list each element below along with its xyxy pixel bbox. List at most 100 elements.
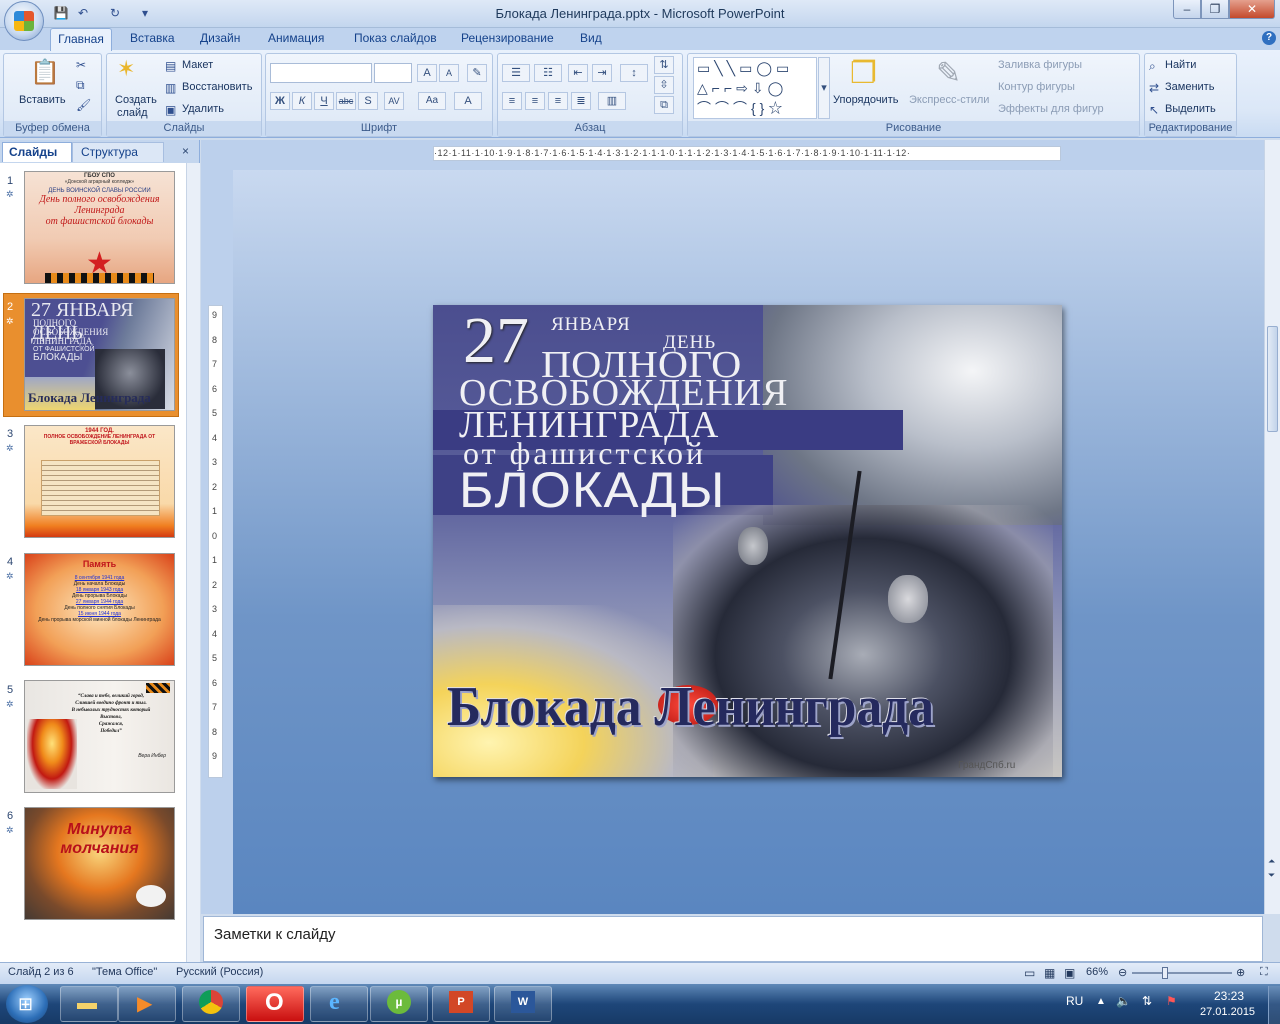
shadow-button[interactable]: S — [358, 92, 378, 110]
numbering-icon[interactable]: ☷ — [534, 64, 562, 82]
shrink-font-button[interactable]: A — [439, 64, 459, 82]
tab-view[interactable]: Вид — [580, 31, 602, 45]
align-right-icon[interactable]: ≡ — [548, 92, 568, 110]
paste-button[interactable]: Вставить — [19, 94, 66, 106]
font-size-field[interactable] — [374, 63, 412, 83]
office-button[interactable] — [4, 1, 44, 41]
maximize-button[interactable]: ❐ — [1201, 0, 1229, 19]
line-spacing-icon[interactable]: ↕ — [620, 64, 648, 82]
notes-placeholder[interactable]: Заметки к слайду — [214, 926, 336, 943]
shapes-gallery[interactable]: ▭╲╲▭◯▭ △⌐⌐⇨⇩◯ ⌒⌒⌒{}☆ — [693, 57, 817, 119]
taskbar-utorrent[interactable]: µ — [370, 986, 428, 1022]
strike-button[interactable]: abc — [336, 92, 356, 110]
cut-icon[interactable]: ✂ — [76, 58, 86, 72]
slide-sorter-icon[interactable]: ▦ — [1044, 966, 1055, 980]
show-desktop-button[interactable] — [1268, 986, 1280, 1024]
new-slide-icon[interactable]: ✶ — [117, 56, 135, 82]
justify-icon[interactable]: ≣ — [571, 92, 591, 110]
status-language[interactable]: Русский (Россия) — [176, 966, 263, 978]
increase-indent-icon[interactable]: ⇥ — [592, 64, 612, 82]
italic-button[interactable]: К — [292, 92, 312, 110]
taskbar-chrome[interactable] — [182, 986, 240, 1022]
taskbar-powerpoint[interactable]: P — [432, 986, 490, 1022]
new-slide-button-line2[interactable]: слайд — [117, 107, 148, 119]
zoom-slider[interactable] — [1132, 972, 1232, 974]
delete-button[interactable]: Удалить — [182, 103, 224, 115]
clear-format-icon[interactable]: ✎ — [467, 64, 487, 82]
clock-time[interactable]: 23:23 — [1214, 989, 1244, 1003]
notes-pane[interactable] — [203, 916, 1263, 962]
taskbar-explorer[interactable]: ▬ — [60, 986, 118, 1022]
zoom-level[interactable]: 66% — [1086, 966, 1108, 978]
shape-effects-button[interactable]: Эффекты для фигур — [998, 103, 1104, 115]
network-icon[interactable]: ⇅ — [1142, 994, 1152, 1008]
shape-outline-button[interactable]: Контур фигуры — [998, 81, 1075, 93]
vertical-scrollbar[interactable]: ⏶ ⏷ — [1264, 140, 1280, 914]
slide-thumbnail-4[interactable]: Память 8 сентября 1941 года День начала … — [24, 553, 175, 666]
show-hidden-icons[interactable]: ▲ — [1096, 996, 1106, 1007]
slide-thumbnail-2[interactable]: 27 ЯНВАРЯ ДЕНЬ ПОЛНОГО ОСВОБОЖДЕНИЯ ЛЕНИ… — [24, 298, 175, 411]
tab-outline[interactable]: Структура — [72, 142, 164, 162]
panel-close-icon[interactable]: × — [182, 144, 189, 158]
slideshow-view-icon[interactable]: ▣ — [1064, 966, 1075, 980]
tab-design[interactable]: Дизайн — [200, 31, 240, 45]
shape-fill-button[interactable]: Заливка фигуры — [998, 59, 1082, 71]
select-button[interactable]: Выделить — [1165, 103, 1216, 115]
taskbar-media-player[interactable]: ▶ — [118, 986, 176, 1022]
keyboard-language[interactable]: RU — [1066, 994, 1083, 1008]
char-spacing-button[interactable]: AV — [384, 92, 404, 110]
paste-icon[interactable]: 📋 — [30, 58, 60, 92]
start-button[interactable]: ⊞ — [6, 985, 48, 1023]
font-name-field[interactable] — [270, 63, 372, 83]
zoom-slider-thumb[interactable] — [1162, 967, 1168, 979]
zoom-in-icon[interactable]: ⊕ — [1236, 966, 1245, 979]
close-button[interactable]: ✕ — [1229, 0, 1275, 19]
current-slide[interactable]: 27 ЯНВАРЯ ДЕНЬ ПОЛНОГО ОСВОБОЖДЕНИЯ ЛЕНИ… — [433, 305, 1062, 777]
next-slide-icon[interactable]: ⏷ — [1268, 870, 1275, 881]
tab-slides[interactable]: Слайды — [2, 142, 72, 162]
tab-review[interactable]: Рецензирование — [461, 31, 554, 45]
align-text-icon[interactable]: ⇳ — [654, 76, 674, 94]
slide-thumbnail-3[interactable]: 1944 ГОД. ПОЛНОЕ ОСВОБОЖДЕНИЕ ЛЕНИНГРАДА… — [24, 425, 175, 538]
copy-icon[interactable]: ⧉ — [76, 78, 85, 93]
find-button[interactable]: Найти — [1165, 59, 1196, 71]
reset-button[interactable]: Восстановить — [182, 81, 252, 93]
minimize-button[interactable]: – — [1173, 0, 1201, 19]
zoom-out-icon[interactable]: ⊖ — [1118, 966, 1127, 979]
quick-styles-button[interactable]: Экспресс-стили — [909, 94, 989, 106]
action-center-icon[interactable]: ⚑ — [1166, 994, 1177, 1008]
tab-animation[interactable]: Анимация — [268, 31, 324, 45]
tab-slideshow[interactable]: Показ слайдов — [354, 31, 437, 45]
taskbar-ie[interactable]: e — [310, 986, 368, 1022]
smartart-icon[interactable]: ⧉ — [654, 96, 674, 114]
arrange-button[interactable]: Упорядочить — [833, 94, 898, 106]
slide-thumbnail-6[interactable]: Минута молчания — [24, 807, 175, 920]
help-icon[interactable]: ? — [1262, 31, 1276, 45]
volume-icon[interactable]: 🔈 — [1116, 994, 1131, 1008]
bullets-icon[interactable]: ☰ — [502, 64, 530, 82]
replace-button[interactable]: Заменить — [1165, 81, 1214, 93]
new-slide-button[interactable]: Создать — [115, 94, 157, 106]
tab-insert[interactable]: Вставка — [130, 31, 175, 45]
fit-slide-icon[interactable]: ⛶ — [1260, 966, 1268, 979]
scrollbar-thumb[interactable] — [1267, 326, 1278, 432]
grow-font-button[interactable]: A — [417, 64, 437, 82]
columns-icon[interactable]: ▥ — [598, 92, 626, 110]
decrease-indent-icon[interactable]: ⇤ — [568, 64, 588, 82]
shapes-more-icon[interactable]: ▾ — [818, 57, 830, 119]
slides-panel-scrollbar[interactable] — [186, 163, 200, 962]
font-color-button[interactable]: A — [454, 92, 482, 110]
text-direction-icon[interactable]: ⇅ — [654, 56, 674, 74]
format-painter-icon[interactable]: 🖌 — [76, 98, 91, 112]
layout-button[interactable]: Макет — [182, 59, 213, 71]
taskbar-opera[interactable]: O — [246, 986, 304, 1022]
bold-button[interactable]: Ж — [270, 92, 290, 110]
align-left-icon[interactable]: ≡ — [502, 92, 522, 110]
slide-thumbnail-1[interactable]: ГБОУ СПО «Донской аграрный колледж» ДЕНЬ… — [24, 171, 175, 284]
arrange-icon[interactable]: ❐ — [850, 56, 877, 91]
quick-styles-icon[interactable]: ✎ — [936, 56, 961, 91]
prev-slide-icon[interactable]: ⏶ — [1268, 856, 1275, 867]
normal-view-icon[interactable]: ▭ — [1024, 966, 1035, 980]
change-case-button[interactable]: Aa — [418, 92, 446, 110]
tab-home[interactable]: Главная — [50, 28, 112, 51]
